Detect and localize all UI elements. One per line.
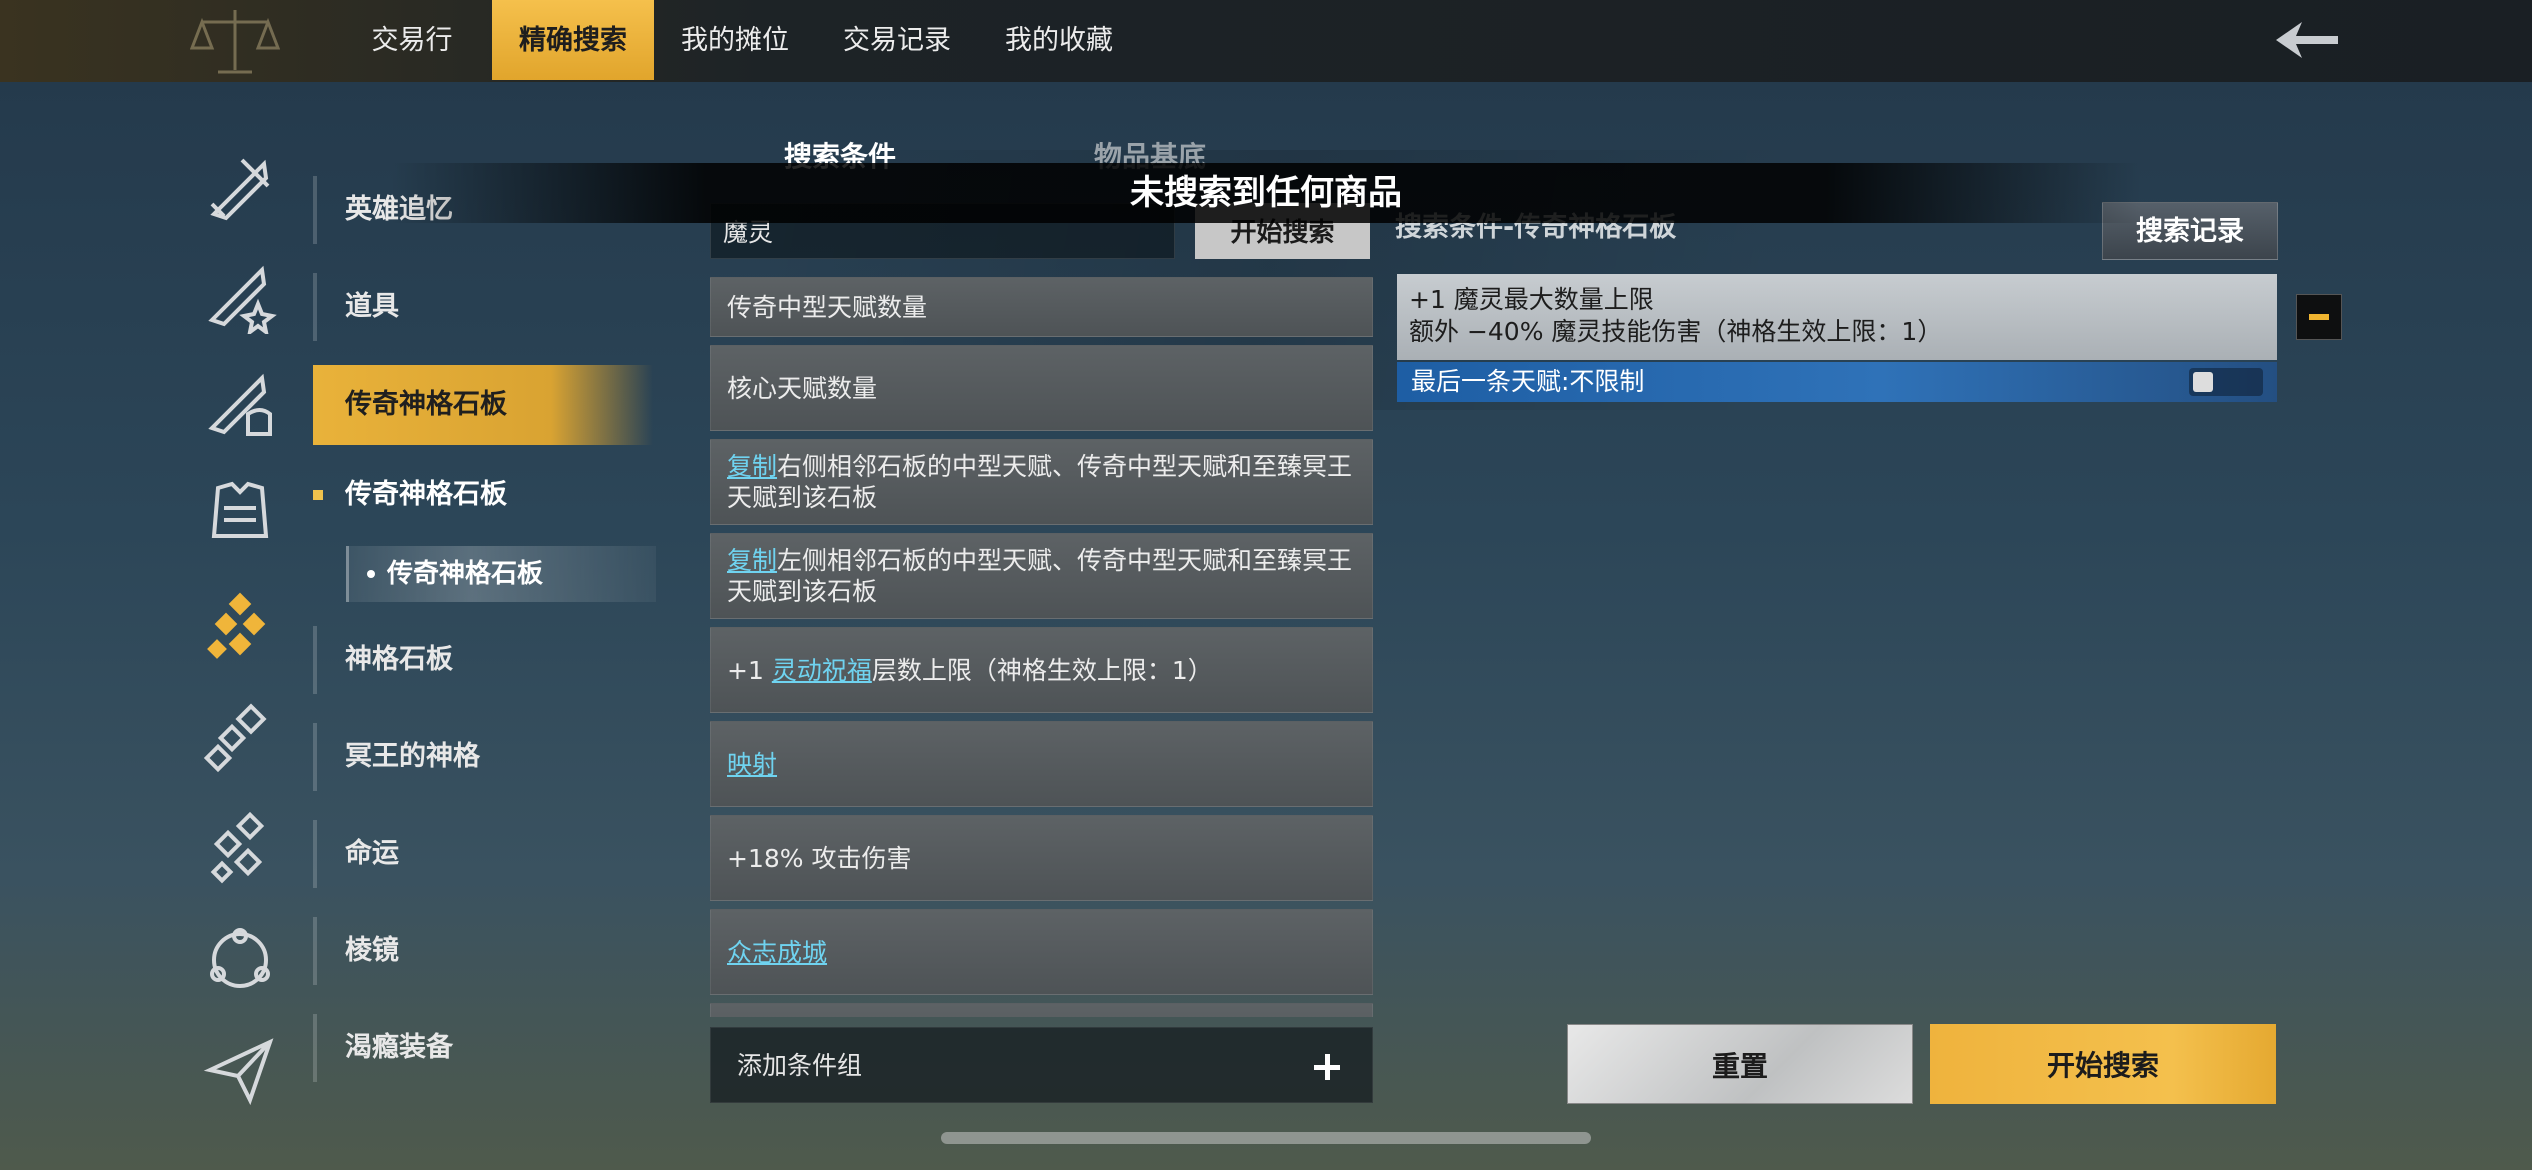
category-label: 道具 [345, 291, 399, 322]
scales-icon [190, 10, 280, 74]
tab-trading-house[interactable]: 交易行 [352, 0, 472, 80]
prism-icon[interactable] [202, 920, 278, 996]
slate-alt-icon[interactable] [202, 810, 278, 886]
subcategory-legendary-slate[interactable]: 传奇神格石板 [313, 470, 653, 520]
category-slate[interactable]: 神格石板 [313, 620, 653, 700]
condition-text: 核心天赋数量 [727, 373, 878, 403]
slate-icon[interactable] [202, 590, 278, 666]
sword-helmet-icon[interactable] [202, 366, 278, 442]
start-search-button[interactable]: 开始搜索 [1930, 1024, 2276, 1104]
condition-item[interactable]: 核心天赋数量 [710, 345, 1373, 431]
no-results-toast: 未搜索到任何商品 [390, 163, 2142, 223]
send-icon[interactable] [202, 1032, 278, 1108]
condition-item[interactable]: 众志成城 [710, 909, 1373, 995]
category-label: 棱镜 [345, 935, 399, 966]
condition-item[interactable]: +18% 攻击伤害 [710, 815, 1373, 901]
last-talent-label: 最后一条天赋:不限制 [1411, 367, 1645, 396]
category-label: 渴瘾装备 [345, 1032, 453, 1063]
category-pluto-divinity[interactable]: 冥王的神格 [313, 717, 653, 797]
copy-link[interactable]: 复制 [727, 546, 777, 575]
add-condition-group-label: 添加条件组 [737, 1051, 863, 1080]
armor-icon[interactable] [202, 474, 278, 550]
unity-link[interactable]: 众志成城 [727, 937, 827, 968]
condition-list[interactable]: 传奇中型天赋数量 核心天赋数量 复制右侧相邻石板的中型天赋、传奇中型天赋和至臻冥… [710, 277, 1373, 1017]
condition-text-part: 层数上限（神格生效上限：1） [871, 655, 1213, 685]
condition-item[interactable]: +1 灵动祝福层数上限（神格生效上限：1） [710, 627, 1373, 713]
selected-condition[interactable]: +1 魔灵最大数量上限 额外 −40% 魔灵技能伤害（神格生效上限：1） [1397, 274, 2277, 360]
sword-star-icon[interactable] [202, 258, 278, 334]
subsubcategory-label: 传奇神格石板 [387, 559, 544, 589]
last-talent-toggle[interactable] [2189, 368, 2263, 396]
category-legendary-slate[interactable]: 传奇神格石板 [313, 365, 653, 445]
plus-icon [1314, 1054, 1340, 1080]
condition-text: 复制右侧相邻石板的中型天赋、传奇中型天赋和至臻冥王天赋到该石板 [727, 451, 1356, 513]
category-label: 神格石板 [345, 644, 453, 675]
copy-link[interactable]: 复制 [727, 452, 777, 481]
subsubcategory-legendary-slate[interactable]: 传奇神格石板 [346, 546, 656, 602]
tab-trade-records[interactable]: 交易记录 [830, 0, 964, 80]
tab-precise-search[interactable]: 精确搜索 [492, 0, 654, 80]
back-arrow-icon[interactable] [2272, 18, 2342, 62]
category-craving-gear[interactable]: 渴瘾装备 [313, 1008, 653, 1088]
category-label: 传奇神格石板 [345, 389, 507, 420]
condition-item[interactable]: 映射 [710, 721, 1373, 807]
selected-condition-line: 额外 −40% 魔灵技能伤害（神格生效上限：1） [1409, 317, 1943, 346]
mapping-link[interactable]: 映射 [727, 749, 777, 780]
category-label: 命运 [345, 838, 399, 869]
condition-item[interactable]: 传奇中型天赋数量 [710, 277, 1373, 337]
condition-text: 复制左侧相邻石板的中型天赋、传奇中型天赋和至臻冥王天赋到该石板 [727, 545, 1356, 607]
slate-outline-icon[interactable] [202, 702, 278, 778]
condition-text: +1 灵动祝福层数上限（神格生效上限：1） [727, 655, 1213, 686]
selected-condition-line: +1 魔灵最大数量上限 [1409, 285, 1654, 314]
condition-text: 传奇中型天赋数量 [727, 292, 928, 322]
spirit-blessing-link[interactable]: 灵动祝福 [772, 656, 872, 685]
reset-button[interactable]: 重置 [1567, 1024, 1913, 1104]
top-nav-bar: 交易行 精确搜索 我的摊位 交易记录 我的收藏 [0, 0, 2532, 82]
condition-text-part: 左侧相邻石板的中型天赋、传奇中型天赋和至臻冥王天赋到该石板 [727, 546, 1353, 606]
condition-text-part: 右侧相邻石板的中型天赋、传奇中型天赋和至臻冥王天赋到该石板 [727, 452, 1353, 512]
category-icon-rail [190, 120, 290, 1110]
sword-icon[interactable] [202, 150, 278, 226]
last-talent-row[interactable]: 最后一条天赋:不限制 [1397, 362, 2277, 402]
condition-item[interactable]: 复制右侧相邻石板的中型天赋、传奇中型天赋和至臻冥王天赋到该石板 [710, 439, 1373, 525]
condition-text: +18% 攻击伤害 [727, 843, 912, 873]
category-prism[interactable]: 棱镜 [313, 911, 653, 991]
home-indicator[interactable] [941, 1132, 1591, 1144]
tab-my-favorites[interactable]: 我的收藏 [992, 0, 1126, 80]
category-items[interactable]: 道具 [313, 267, 653, 347]
condition-item[interactable] [710, 1003, 1373, 1017]
tab-my-stall[interactable]: 我的摊位 [668, 0, 802, 80]
subcategory-label: 传奇神格石板 [345, 479, 507, 510]
condition-item[interactable]: 复制左侧相邻石板的中型天赋、传奇中型天赋和至臻冥王天赋到该石板 [710, 533, 1373, 619]
category-destiny[interactable]: 命运 [313, 814, 653, 894]
category-label: 冥王的神格 [345, 741, 480, 772]
add-condition-group-button[interactable]: 添加条件组 [710, 1027, 1373, 1103]
minus-icon[interactable] [2296, 294, 2342, 340]
condition-text-part: +1 [727, 655, 772, 685]
